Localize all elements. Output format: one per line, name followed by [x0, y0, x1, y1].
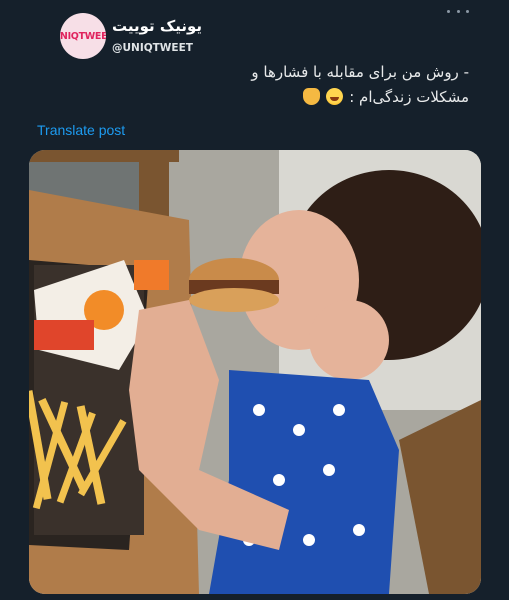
translate-post-link[interactable]: Translate post — [37, 122, 125, 138]
avatar[interactable]: UNIQTWEET — [60, 13, 106, 59]
tweet-text: - روش من برای مقابله با فشارها و مشکلات … — [109, 60, 469, 110]
more-dot-icon — [456, 9, 460, 13]
user-handle[interactable]: @UNIQTWEET — [112, 42, 193, 54]
more-dot-icon — [466, 9, 469, 13]
photo-illustration — [29, 150, 481, 594]
tweet-line-1: - روش من برای مقابله با فشارها و — [251, 63, 469, 81]
pointing-down-emoji-icon — [302, 88, 320, 105]
tweet-line-2: مشکلات زندگی‌ام : — [109, 85, 469, 110]
tweet-photo[interactable] — [29, 150, 481, 594]
laughing-with-tears-emoji-icon — [326, 88, 344, 105]
more-dot-icon — [447, 9, 450, 13]
avatar-logo-text: UNIQTWEET — [60, 30, 106, 42]
display-name[interactable]: یونیک توییت — [112, 17, 202, 35]
more-options-button[interactable] — [447, 3, 469, 19]
tweet-line-2-text: مشکلات زندگی‌ام : — [349, 88, 469, 106]
